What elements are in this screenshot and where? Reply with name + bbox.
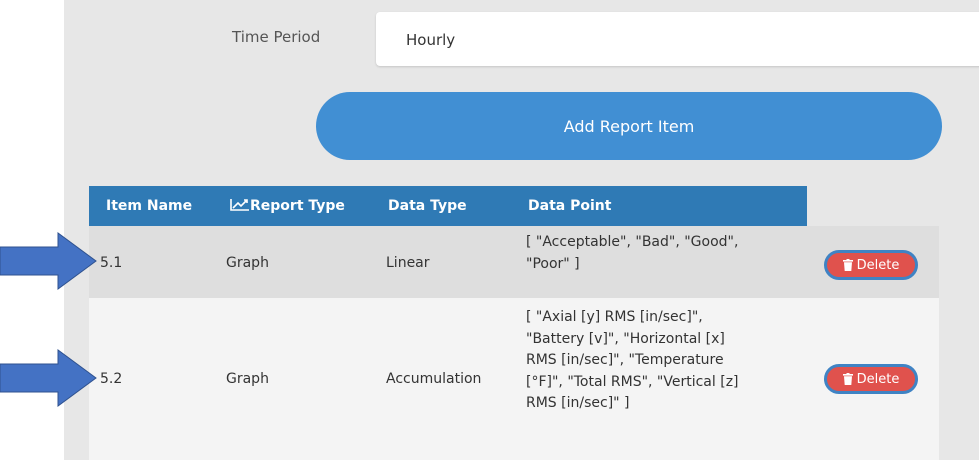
arrow-right-icon	[0, 232, 97, 290]
data-point-line: [ "Acceptable", "Bad", "Good",	[526, 234, 739, 250]
item-name-cell: 5.2	[100, 371, 123, 387]
report-type-cell: Graph	[226, 371, 269, 387]
item-name-cell: 5.1	[100, 255, 123, 271]
header-data-point: Data Point	[528, 198, 612, 214]
data-point-line: [ "Axial [y] RMS [in/sec]",	[526, 309, 703, 325]
arrow-right-icon	[0, 349, 97, 407]
data-point-cell: [ "Acceptable", "Bad", "Good", "Poor" ]	[526, 232, 801, 275]
data-point-cell: [ "Axial [y] RMS [in/sec]", "Battery [v]…	[526, 307, 801, 415]
data-point-line: RMS [in/sec]", "Temperature	[526, 352, 724, 368]
header-report-type-label: Report Type	[250, 198, 345, 214]
trash-icon	[842, 259, 853, 271]
data-point-line: "Battery [v]", "Horizontal [x]	[526, 330, 725, 347]
delete-button[interactable]: Delete	[824, 250, 918, 280]
data-type-cell: Accumulation	[386, 371, 482, 387]
add-report-item-button[interactable]: Add Report Item	[316, 92, 942, 160]
time-period-label: Time Period	[232, 28, 321, 46]
header-item-name: Item Name	[106, 198, 193, 214]
time-period-select[interactable]: Hourly	[376, 12, 979, 66]
header-report-type: Report Type	[230, 198, 345, 214]
data-point-line: "Poor" ]	[526, 255, 580, 272]
table-row: 5.1 Graph Linear [ "Acceptable", "Bad", …	[89, 226, 939, 298]
header-data-type: Data Type	[388, 198, 467, 214]
data-type-cell: Linear	[386, 255, 430, 271]
add-report-item-label: Add Report Item	[563, 116, 695, 136]
time-period-value: Hourly	[406, 31, 456, 49]
table-row: 5.2 Graph Accumulation [ "Axial [y] RMS …	[89, 298, 939, 460]
delete-label: Delete	[856, 371, 900, 387]
data-point-line: RMS [in/sec]" ]	[526, 395, 630, 411]
trash-icon	[842, 373, 853, 385]
report-type-cell: Graph	[226, 255, 269, 271]
line-chart-icon	[230, 199, 249, 211]
delete-button[interactable]: Delete	[824, 364, 918, 394]
table-header: Item Name Report Type Data Type Data Poi…	[89, 186, 807, 226]
delete-label: Delete	[856, 257, 900, 273]
data-point-line: [°F]", "Total RMS", "Vertical [z]	[526, 373, 739, 390]
